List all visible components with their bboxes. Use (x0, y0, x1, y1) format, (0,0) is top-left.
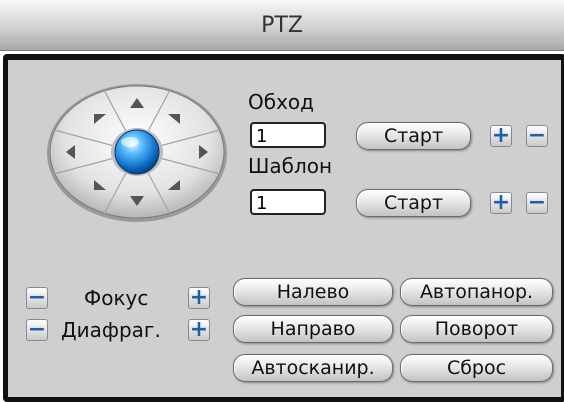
rotate-button[interactable]: Поворот (400, 315, 553, 343)
ptz-window: PTZ Обход 1 Старт + − Шаблон 1 Старт + −… (0, 0, 564, 402)
pattern-start-button[interactable]: Старт (356, 189, 471, 217)
iris-plus-button[interactable]: + (188, 319, 210, 341)
focus-plus-button[interactable]: + (188, 287, 210, 309)
focus-label: Фокус (84, 286, 149, 310)
iris-minus-button[interactable]: − (26, 319, 48, 341)
right-button[interactable]: Направо (233, 315, 393, 343)
iris-label: Диафраг. (61, 318, 161, 342)
pattern-number-field[interactable]: 1 (250, 189, 326, 215)
cruise-number-field[interactable]: 1 (250, 122, 326, 148)
auto-pan-button[interactable]: Автопанор. (400, 278, 553, 306)
focus-minus-button[interactable]: − (26, 287, 48, 309)
window-title: PTZ (261, 12, 303, 38)
ptz-center-orb[interactable] (114, 129, 160, 175)
pattern-plus-button[interactable]: + (490, 192, 512, 214)
reset-button[interactable]: Сброс (400, 354, 553, 382)
pattern-label: Шаблон (248, 154, 333, 178)
cruise-minus-button[interactable]: − (526, 125, 548, 147)
pattern-minus-button[interactable]: − (526, 192, 548, 214)
cruise-start-button[interactable]: Старт (356, 122, 471, 150)
auto-scan-button[interactable]: Автосканир. (233, 354, 393, 382)
direction-pad (47, 84, 227, 222)
left-button[interactable]: Налево (233, 278, 393, 306)
cruise-plus-button[interactable]: + (490, 125, 512, 147)
title-bar: PTZ (0, 0, 564, 51)
ptz-panel: Обход 1 Старт + − Шаблон 1 Старт + − − Ф… (3, 54, 564, 402)
cruise-label: Обход (248, 90, 314, 114)
